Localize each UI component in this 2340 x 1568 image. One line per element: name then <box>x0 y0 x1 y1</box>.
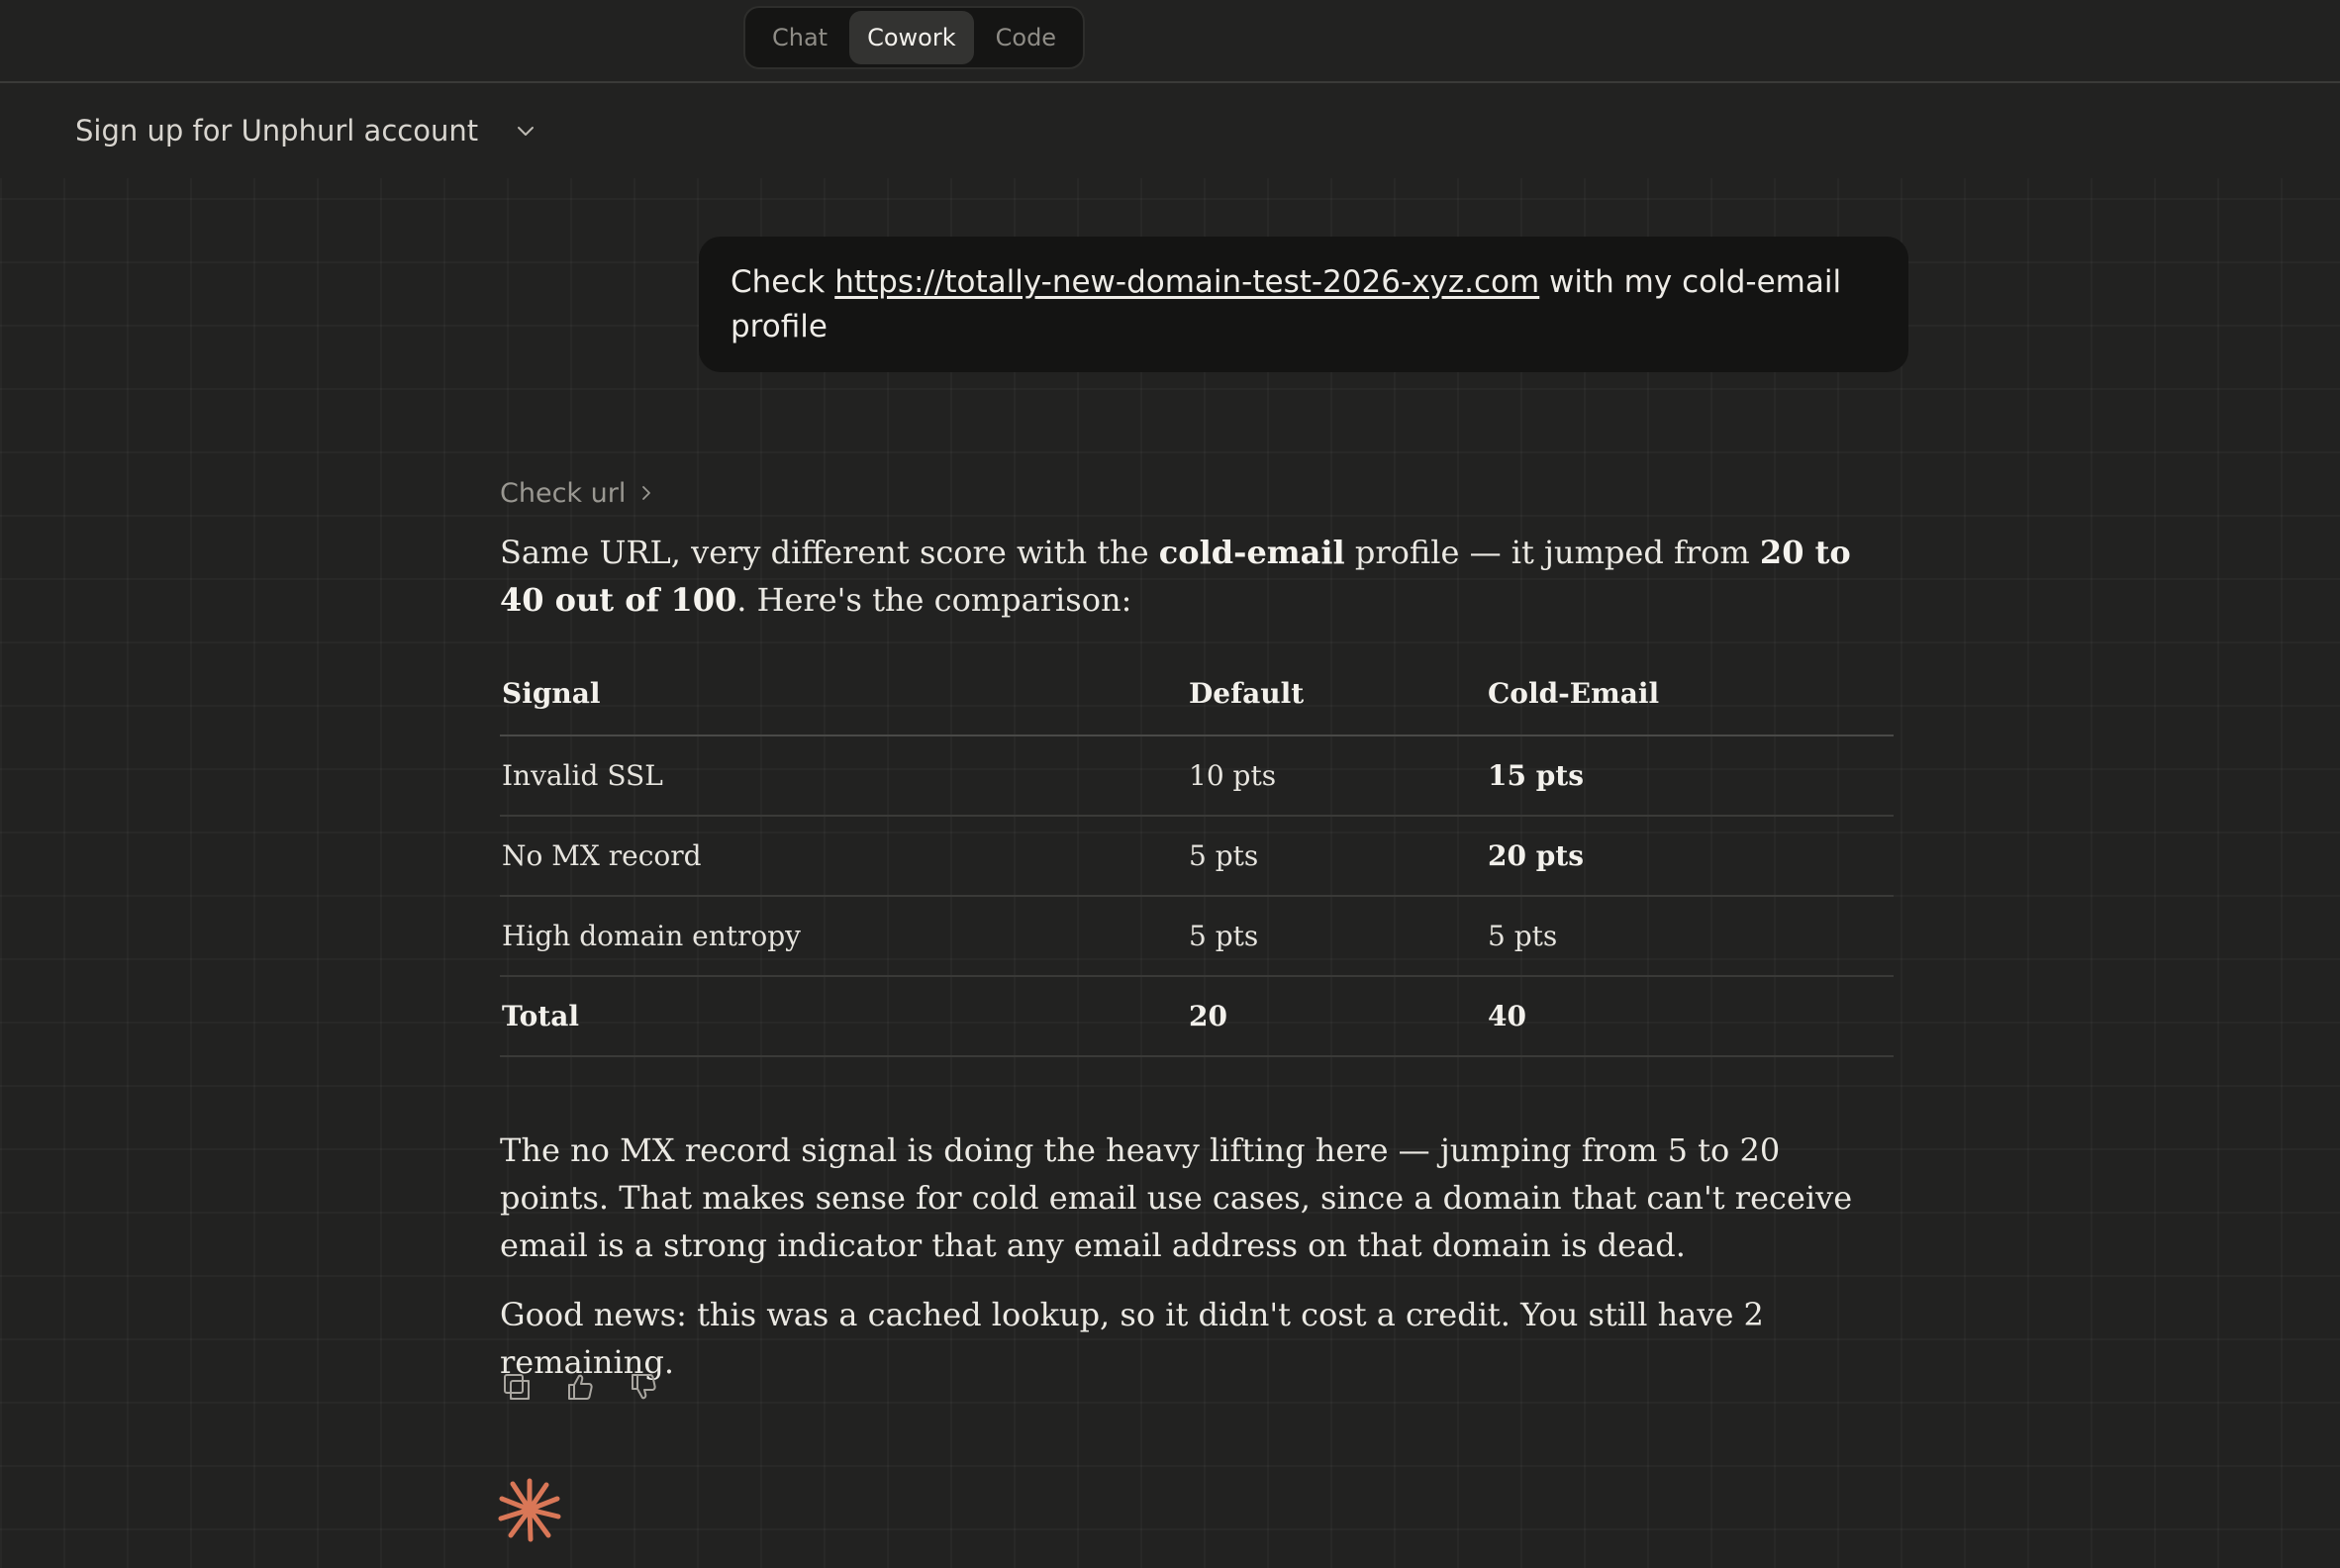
header-default: Default <box>1187 651 1486 736</box>
total-label: Total <box>500 976 1187 1057</box>
assistant-response: Same URL, very different score with the … <box>500 529 1896 1386</box>
response-intro: Same URL, very different score with the … <box>500 529 1896 624</box>
thumbs-up-icon[interactable] <box>563 1370 597 1404</box>
tool-call-label: Check url <box>500 477 627 509</box>
intro-text-1: Same URL, very different score with the <box>500 534 1159 571</box>
tool-call-toggle[interactable]: Check url <box>500 473 655 513</box>
intro-text-2: profile — it jumped from <box>1344 534 1760 571</box>
table-row: High domain entropy 5 pts 5 pts <box>500 896 1894 977</box>
cell-cold-email: 5 pts <box>1486 896 1894 977</box>
user-message-link[interactable]: https://totally-new-domain-test-2026-xyz… <box>834 264 1539 300</box>
cell-default: 5 pts <box>1187 816 1486 897</box>
copy-icon[interactable] <box>500 1370 534 1404</box>
user-message-prefix: Check <box>731 264 835 300</box>
table-row: No MX record 5 pts 20 pts <box>500 816 1894 897</box>
comparison-table: Signal Default Cold-Email Invalid SSL 10… <box>500 651 1894 1057</box>
intro-bold-1: cold-email <box>1158 534 1345 571</box>
top-bar: Chat Cowork Code <box>0 0 2340 83</box>
cell-cold-email: 15 pts <box>1486 735 1894 817</box>
mode-switch: Chat Cowork Code <box>743 6 1086 69</box>
message-actions <box>500 1370 660 1404</box>
cell-signal: High domain entropy <box>500 896 1187 977</box>
cell-default: 5 pts <box>1187 896 1486 977</box>
cell-cold-email: 20 pts <box>1486 816 1894 897</box>
cell-signal: No MX record <box>500 816 1187 897</box>
conversation-title-menu[interactable]: Sign up for Unphurl account <box>75 109 539 152</box>
table-row: Invalid SSL 10 pts 15 pts <box>500 735 1894 817</box>
tab-cowork[interactable]: Cowork <box>849 11 974 64</box>
intro-text-3: . Here's the comparison: <box>736 581 1132 619</box>
total-cold-email: 40 <box>1486 976 1894 1057</box>
cell-default: 10 pts <box>1187 735 1486 817</box>
response-paragraph-mx: The no MX record signal is doing the hea… <box>500 1131 1853 1264</box>
user-message: Check https://totally-new-domain-test-20… <box>699 237 1908 372</box>
tab-chat[interactable]: Chat <box>754 11 845 64</box>
header-signal: Signal <box>500 651 1187 736</box>
chevron-right-icon <box>637 478 655 509</box>
header-cold-email: Cold-Email <box>1486 651 1894 736</box>
response-paragraph-credits: Good news: this was a cached lookup, so … <box>500 1296 1764 1381</box>
table-header-row: Signal Default Cold-Email <box>500 651 1894 736</box>
chevron-down-icon <box>512 117 539 145</box>
cell-signal: Invalid SSL <box>500 735 1187 817</box>
claude-spark-icon <box>497 1477 562 1546</box>
conversation-title: Sign up for Unphurl account <box>75 114 479 147</box>
thumbs-down-icon[interactable] <box>627 1370 660 1404</box>
total-default: 20 <box>1187 976 1486 1057</box>
tab-code[interactable]: Code <box>978 11 1074 64</box>
table-total-row: Total 20 40 <box>500 976 1894 1057</box>
